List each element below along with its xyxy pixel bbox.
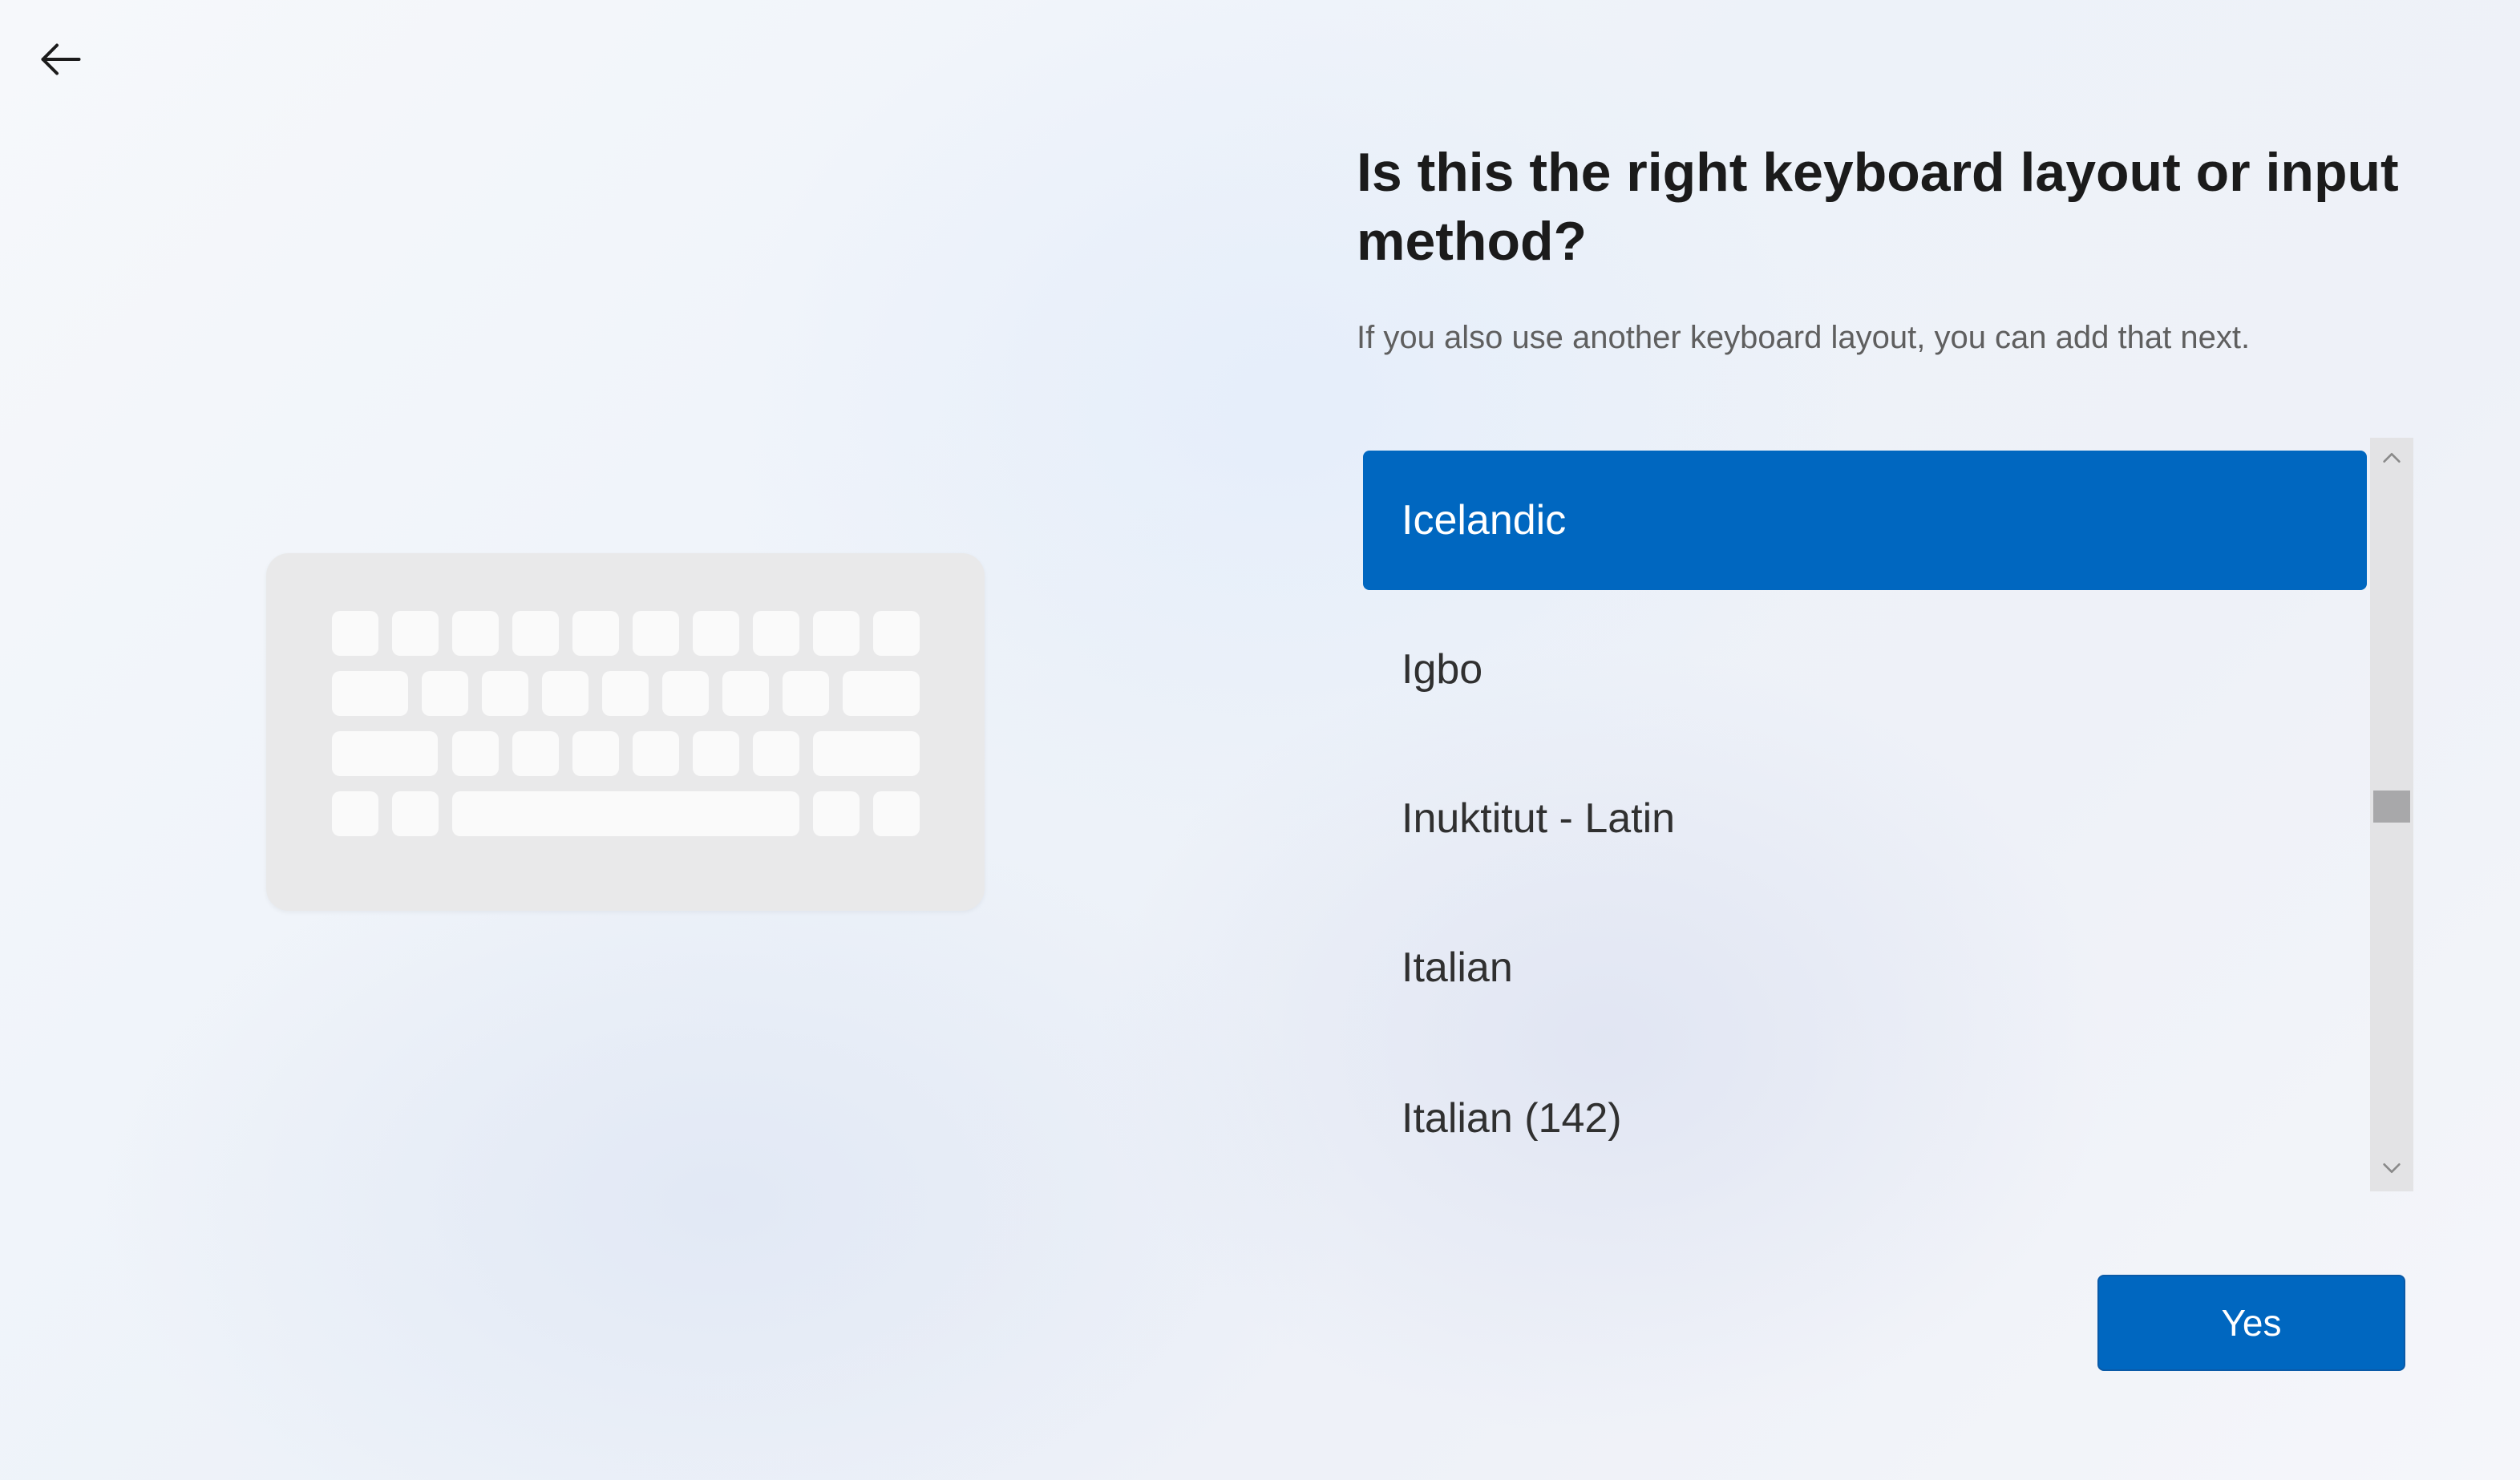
key bbox=[332, 731, 438, 776]
key bbox=[392, 611, 439, 656]
scroll-thumb[interactable] bbox=[2373, 791, 2410, 823]
key bbox=[392, 791, 439, 836]
key bbox=[873, 611, 920, 656]
key bbox=[753, 611, 799, 656]
key bbox=[512, 731, 559, 776]
chevron-up-icon bbox=[2380, 446, 2404, 473]
keyboard-layout-list[interactable]: Icelandic Igbo Inuktitut - Latin Italian… bbox=[1363, 449, 2367, 1187]
arrow-left-icon bbox=[37, 35, 85, 87]
list-item-label: Igbo bbox=[1402, 646, 1483, 693]
key bbox=[722, 671, 769, 716]
key bbox=[753, 731, 799, 776]
key bbox=[332, 671, 408, 716]
key bbox=[693, 611, 739, 656]
scroll-up-button[interactable] bbox=[2370, 438, 2413, 481]
list-item-italian-142[interactable]: Italian (142) bbox=[1363, 1049, 2367, 1188]
list-item-label: Icelandic bbox=[1402, 497, 1567, 544]
key bbox=[693, 731, 739, 776]
key bbox=[332, 611, 378, 656]
key bbox=[512, 611, 559, 656]
key bbox=[662, 671, 709, 716]
key bbox=[452, 611, 499, 656]
key bbox=[482, 671, 528, 716]
key bbox=[843, 671, 920, 716]
key bbox=[422, 671, 468, 716]
key bbox=[783, 671, 829, 716]
scroll-down-button[interactable] bbox=[2370, 1148, 2413, 1191]
yes-button[interactable]: Yes bbox=[2097, 1275, 2405, 1371]
page-title: Is this the right keyboard layout or inp… bbox=[1357, 142, 2399, 272]
yes-button-label: Yes bbox=[2221, 1302, 2282, 1344]
key bbox=[813, 611, 860, 656]
keyboard-illustration bbox=[266, 553, 985, 911]
key bbox=[813, 791, 860, 836]
list-item-label: Italian (142) bbox=[1402, 1095, 1622, 1142]
key bbox=[633, 611, 679, 656]
list-item-icelandic[interactable]: Icelandic bbox=[1363, 451, 2367, 590]
key bbox=[633, 731, 679, 776]
key bbox=[602, 671, 649, 716]
chevron-down-icon bbox=[2380, 1156, 2404, 1183]
page-subtitle: If you also use another keyboard layout,… bbox=[1357, 320, 2251, 355]
spacebar bbox=[452, 791, 799, 836]
scrollbar[interactable] bbox=[2370, 438, 2413, 1191]
key bbox=[452, 731, 499, 776]
list-item-inuktitut-latin[interactable]: Inuktitut - Latin bbox=[1363, 749, 2367, 888]
list-item-italian[interactable]: Italian bbox=[1363, 898, 2367, 1037]
list-item-label: Italian bbox=[1402, 944, 1513, 991]
key bbox=[813, 731, 920, 776]
key bbox=[873, 791, 920, 836]
list-item-label: Inuktitut - Latin bbox=[1402, 795, 1676, 842]
key bbox=[542, 671, 589, 716]
key bbox=[572, 611, 619, 656]
back-button[interactable] bbox=[29, 29, 93, 93]
key bbox=[332, 791, 378, 836]
list-item-igbo[interactable]: Igbo bbox=[1363, 600, 2367, 739]
key bbox=[572, 731, 619, 776]
